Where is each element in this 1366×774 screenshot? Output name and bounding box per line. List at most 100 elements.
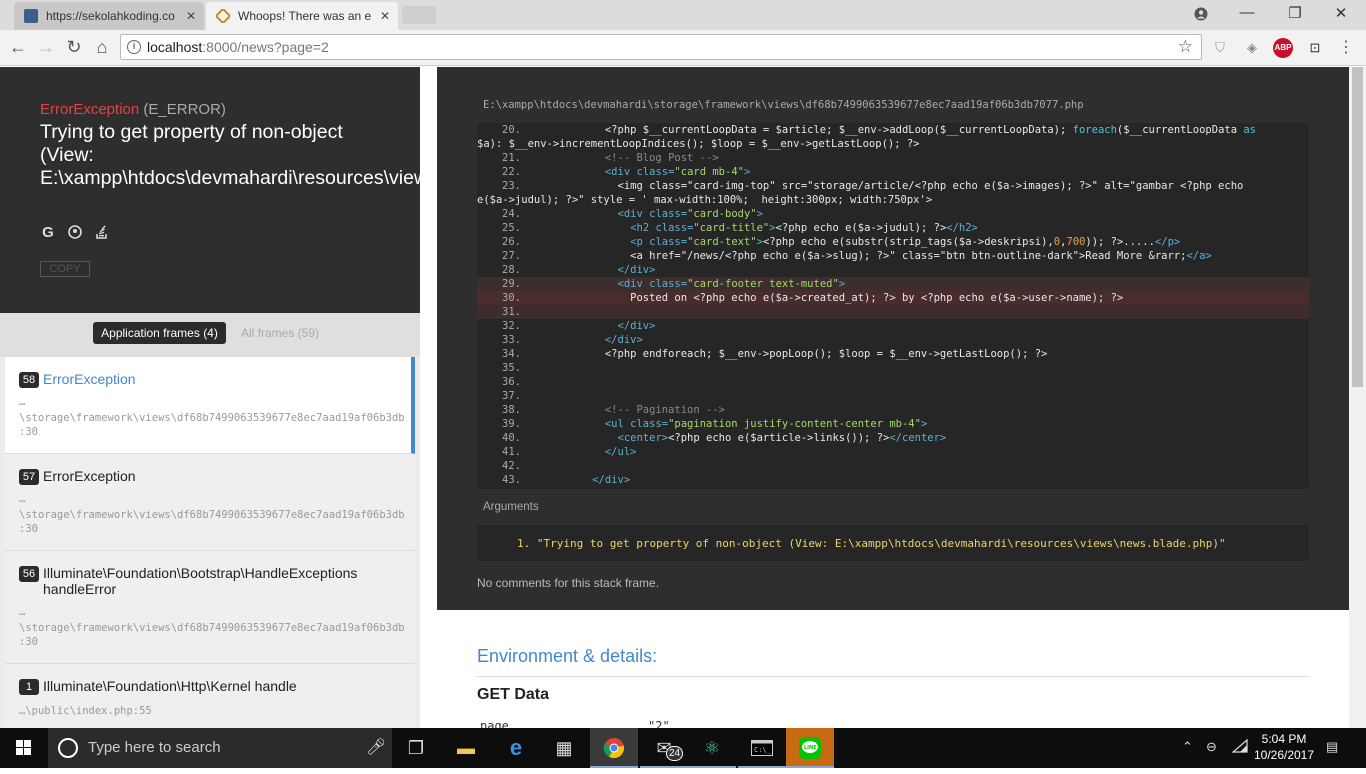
- code-line: 32. </div>: [502, 320, 656, 332]
- code-line: 27. <a href="/news/<?php echo e($a->slug…: [502, 250, 1212, 262]
- screenshot-extension-icon[interactable]: ⊡: [1305, 38, 1325, 58]
- taskbar-search-box[interactable]: Type here to search 🎤︎: [48, 728, 392, 768]
- frames-filter: Application frames (4) All frames (59): [0, 313, 420, 357]
- site-favicon-icon: [24, 9, 38, 23]
- code-line: $a): $__env->incrementLoopIndices(); $lo…: [477, 138, 920, 150]
- code-line: 23. <img class="card-img-top" src="stora…: [502, 180, 1244, 192]
- shield-extension-icon[interactable]: ⛉: [1210, 38, 1230, 58]
- code-line: 26. <p class="card-text"><?php echo e(su…: [502, 236, 1181, 248]
- divider: [477, 676, 1309, 677]
- home-icon[interactable]: ⌂: [90, 36, 114, 60]
- code-line: 29. <div class="card-footer text-muted">: [477, 277, 1309, 291]
- google-search-icon[interactable]: G: [40, 225, 56, 241]
- frame-file-path: \storage\framework\views\df68b7499063539…: [19, 622, 405, 634]
- exception-class-name: ErrorException: [40, 101, 140, 118]
- frame-file-path: \storage\framework\views\df68b7499063539…: [19, 412, 405, 424]
- browser-tab-sekolahkoding[interactable]: https://sekolahkoding.co ✕: [14, 2, 204, 30]
- action-center-icon[interactable]: ▤: [1326, 739, 1338, 755]
- url-path: :8000/news?page=2: [202, 39, 329, 55]
- frame-title: Illuminate\Foundation\Bootstrap\HandleEx…: [43, 565, 358, 597]
- arguments-label: Arguments: [483, 501, 539, 513]
- task-view-icon[interactable]: ❐: [392, 728, 440, 768]
- atom-editor-icon[interactable]: ⚛: [688, 728, 736, 768]
- svg-text:C:\_: C:\_: [754, 746, 772, 754]
- clock-date: 10/26/2017: [1253, 748, 1315, 762]
- code-line: 34. <?php endforeach; $__env->popLoop();…: [502, 348, 1048, 360]
- code-line: 42.: [502, 460, 521, 472]
- address-bar[interactable]: i localhost:8000/news?page=2 ☆: [120, 34, 1202, 60]
- frame-file-path: \storage\framework\views\df68b7499063539…: [19, 509, 405, 521]
- frame-number: 1: [19, 679, 39, 695]
- application-frames-tab[interactable]: Application frames (4): [93, 322, 226, 344]
- microphone-icon[interactable]: 🎤︎: [366, 737, 386, 757]
- tray-chevron-icon[interactable]: ⌃: [1182, 739, 1193, 755]
- whoops-favicon-icon: [214, 7, 232, 25]
- code-line: 21. <!-- Blog Post -->: [502, 152, 719, 164]
- code-line: 33. </div>: [502, 334, 643, 346]
- frame-title: Illuminate\Foundation\Http\Kernel handle: [43, 678, 297, 694]
- all-frames-tab[interactable]: All frames (59): [241, 326, 319, 340]
- frame-line: :30: [19, 426, 38, 438]
- scrollbar-thumb[interactable]: [1352, 67, 1363, 387]
- restore-button[interactable]: ❐: [1280, 4, 1310, 22]
- code-line: 43. </div>: [502, 474, 631, 486]
- menu-icon[interactable]: ⋮: [1336, 38, 1356, 58]
- mail-icon[interactable]: ✉ 24: [640, 728, 688, 768]
- bookmark-star-icon[interactable]: ☆: [1178, 37, 1193, 57]
- code-line: 40. <center><?php echo e($article->links…: [502, 432, 947, 444]
- frame-item[interactable]: 56 Illuminate\Foundation\Bootstrap\Handl…: [5, 551, 415, 664]
- reload-icon[interactable]: ↻: [62, 36, 86, 60]
- profile-icon[interactable]: [1186, 4, 1216, 25]
- new-tab-button[interactable]: [402, 6, 436, 24]
- windows-start-button[interactable]: [0, 728, 48, 768]
- adblock-plus-icon[interactable]: ABP: [1273, 38, 1293, 58]
- code-line: 38. <!-- Pagination -->: [502, 404, 725, 416]
- close-tab-icon[interactable]: ✕: [186, 9, 196, 23]
- argument-item: 1. "Trying to get property of non-object…: [517, 537, 1226, 550]
- store-icon[interactable]: ▦: [540, 728, 588, 768]
- chrome-icon[interactable]: [590, 728, 638, 768]
- svg-text:LINE: LINE: [804, 745, 817, 751]
- tab-title: Whoops! There was an e: [238, 9, 372, 23]
- windows-taskbar: Type here to search 🎤︎ ❐ ▬ e ▦ ✉ 24 ⚛ C:…: [0, 728, 1366, 768]
- code-line: 39. <ul class="pagination justify-conten…: [502, 418, 928, 430]
- clock-time: 5:04 PM: [1261, 732, 1307, 746]
- stackoverflow-search-icon[interactable]: [94, 225, 110, 241]
- info-icon[interactable]: i: [127, 40, 141, 54]
- wifi-icon[interactable]: [1231, 738, 1248, 756]
- close-tab-icon[interactable]: ✕: [380, 9, 390, 23]
- network-status-icon[interactable]: ⊖: [1206, 739, 1217, 755]
- back-arrow-icon[interactable]: ←: [6, 36, 30, 60]
- browser-tab-whoops[interactable]: Whoops! There was an e ✕: [206, 2, 398, 30]
- duckduckgo-search-icon[interactable]: [67, 225, 83, 241]
- get-data-title: GET Data: [477, 686, 550, 703]
- command-prompt-icon[interactable]: C:\_: [738, 728, 786, 768]
- frame-title: ErrorException: [43, 468, 136, 484]
- exception-message: Trying to get property of non-object (Vi…: [40, 121, 587, 189]
- frame-list: 58 ErrorException … \storage\framework\v…: [0, 357, 420, 728]
- edge-browser-icon[interactable]: e: [492, 728, 540, 768]
- line-messenger-icon[interactable]: LINE: [786, 728, 834, 768]
- cube-extension-icon[interactable]: ◈: [1242, 38, 1262, 58]
- minimize-button[interactable]: —: [1232, 4, 1262, 21]
- frame-item[interactable]: 1 Illuminate\Foundation\Http\Kernel hand…: [5, 664, 415, 728]
- clock[interactable]: 5:04 PM 10/26/2017: [1250, 731, 1318, 763]
- copy-button[interactable]: COPY: [40, 261, 90, 277]
- exception-type: (E_ERROR): [143, 101, 226, 118]
- frame-file-path: …\public\index.php:55: [19, 705, 152, 717]
- frame-ellipsis: …: [19, 396, 26, 408]
- search-placeholder: Type here to search: [88, 739, 221, 756]
- frame-ellipsis: …: [19, 606, 26, 618]
- frame-number: 58: [19, 372, 39, 388]
- close-window-button[interactable]: ✕: [1326, 4, 1356, 22]
- frame-item[interactable]: 57 ErrorException … \storage\framework\v…: [5, 454, 415, 551]
- frame-item[interactable]: 58 ErrorException … \storage\framework\v…: [5, 357, 415, 454]
- url-host: localhost: [147, 39, 203, 55]
- file-explorer-icon[interactable]: ▬: [442, 728, 490, 768]
- forward-arrow-icon[interactable]: →: [34, 36, 58, 60]
- arguments-box: 1. "Trying to get property of non-object…: [477, 525, 1309, 561]
- code-line: 37.: [502, 390, 521, 402]
- page-scrollbar[interactable]: [1349, 67, 1366, 728]
- exception-header: ErrorException (E_ERROR) Trying to get p…: [0, 67, 587, 313]
- environment-title: Environment & details:: [477, 646, 658, 666]
